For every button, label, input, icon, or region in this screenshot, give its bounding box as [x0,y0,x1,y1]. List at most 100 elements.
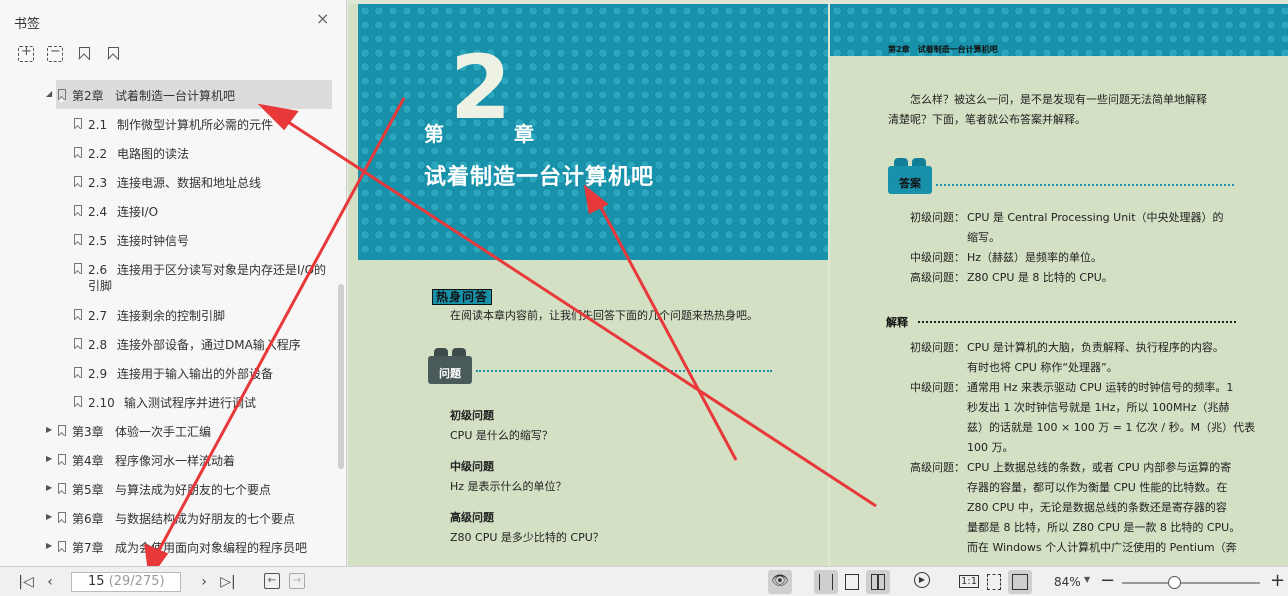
document-viewport[interactable]: 第 2 章 试着制造一台计算机吧 热身问答 在阅读本章内容前，让我们先回答下面的… [348,0,1288,566]
collapsed-arrow-icon[interactable]: ▶ [46,454,54,463]
bookmark-number: 2.9 [88,367,108,381]
intro-text: 清楚呢？下面，笔者就公布答案并解释。 [888,113,1086,126]
bookmark-item[interactable]: 2.7 连接剩余的控制引脚 [0,300,335,329]
zoom-out-icon[interactable]: − [1100,570,1115,591]
page-info: (29/275) [108,574,165,589]
chevron-down-icon[interactable]: ▼ [1084,575,1090,584]
bookmark-number: 第3章 [72,425,104,439]
bookmark-item[interactable]: 2.2 电路图的读法 [0,138,335,167]
fit-width-icon[interactable] [1008,570,1032,594]
answer-level: 中级问题： [910,251,965,264]
sidebar-title: 书签 [14,17,41,32]
bookmark-item[interactable]: 2.5 连接时钟信号 [0,225,335,254]
bookmark-icon [58,541,66,552]
bookmark-item[interactable]: 2.3 连接电源、数据和地址总线 [0,167,335,196]
bookmark-item[interactable]: ▶ 第3章 体验一次手工汇编 [0,416,335,445]
actual-size-button[interactable]: 1:1 [956,570,980,594]
play-icon[interactable]: ▶ [910,570,934,594]
collapsed-arrow-icon[interactable]: ▶ [46,541,54,550]
bookmark-icon [58,425,66,436]
zoom-slider[interactable] [1122,582,1260,584]
two-page-icon[interactable] [866,570,890,594]
first-page-icon[interactable]: |◁ [18,574,34,590]
running-header: 第2章 试着制造一台计算机吧 [830,4,1288,56]
next-page-icon[interactable]: › [196,574,212,590]
expand-all-icon[interactable] [18,44,34,62]
bookmark-number: 2.4 [88,205,108,219]
chapter-title: 试着制造一台计算机吧 [424,164,655,190]
bookmark-number: 第7章 [72,541,104,555]
forward-icon[interactable]: → [289,573,305,589]
bookmark-label: 成为会使用面向对象编程的程序员吧 [115,541,308,555]
bookmark-item[interactable]: ▶ 第4章 程序像河水一样流动着 [0,445,335,474]
collapse-all-icon[interactable] [47,44,63,62]
divider-dots [476,370,772,372]
divider-dots [936,184,1234,186]
bookmark-label: 连接时钟信号 [117,234,190,248]
collapsed-arrow-icon[interactable]: ▶ [46,483,54,492]
warmup-text: 在阅读本章内容前，让我们先回答下面的几个问题来热热身吧。 [450,309,758,322]
explain-text: 量都是 8 比特，所以 Z80 CPU 是一款 8 比特的 CPU。 [967,521,1241,534]
fit-page-icon[interactable] [982,570,1006,594]
bookmark-icon [74,263,82,274]
pdf-reader-window: 书签 × ◢第2章试着制造一台计算机吧2.1制作微型计算机所必需的元件2.2电路… [0,0,1288,596]
collapsed-arrow-icon[interactable]: ▶ [46,425,54,434]
bookmark-item[interactable]: 2.9 连接用于输入输出的外部设备 [0,358,335,387]
bookmark-icon [74,205,82,216]
zoom-level[interactable]: 84% [1054,575,1081,589]
bookmark-icon [74,234,82,245]
bookmark-item[interactable]: 2.4 连接I/O [0,196,335,225]
question-text: Hz 是表示什么的单位？ [450,480,567,493]
bookmark-label: 连接用于输入输出的外部设备 [117,367,274,381]
explain-text: 100 万。 [967,441,1014,454]
chapter-number: 2 [450,36,512,139]
explain-text: CPU 是计算机的大脑，负责解释、执行程序的内容。 [967,341,1224,354]
prev-page-icon[interactable]: ‹ [42,574,58,590]
bookmark-item[interactable]: ▶ 第7章 成为会使用面向对象编程的程序员吧 [0,532,335,561]
chapter-suffix: 章 [514,122,534,146]
question-level: 中级问题 [450,460,494,473]
page-number-input[interactable]: 15 (29/275) [71,572,181,592]
bookmark-label: 与算法成为好朋友的七个要点 [115,483,272,497]
single-page-icon[interactable] [840,570,864,594]
bookmark-label: 体验一次手工汇编 [115,425,212,439]
zoom-slider-handle[interactable] [1168,576,1182,589]
sidebar-scrollbar[interactable] [338,284,344,469]
explain-text: CPU 上数据总线的条数，或者 CPU 内部参与运算的寄 [967,461,1232,474]
bookmark-label: 连接I/O [117,205,159,219]
bookmark-item[interactable]: ▶ 第6章 与数据结构成为好朋友的七个要点 [0,503,335,532]
bookmark-label: 电路图的读法 [117,147,190,161]
page-left: 第 2 章 试着制造一台计算机吧 热身问答 在阅读本章内容前，让我们先回答下面的… [348,4,828,566]
sidebar-toolbar [18,44,121,62]
bookmark-icon[interactable] [105,46,121,62]
bookmark-item[interactable]: ◢ 第2章 试着制造一台计算机吧 [46,80,332,109]
bookmark-label: 连接外部设备，通过DMA输入程序 [117,338,301,352]
bookmark-label: 制作微型计算机所必需的元件 [117,118,274,132]
continuous-view-icon[interactable] [814,570,838,594]
last-page-icon[interactable]: ▷| [220,574,236,590]
bookmark-item[interactable]: 2.1 制作微型计算机所必需的元件 [0,109,335,138]
explain-level: 初级问题： [910,341,965,354]
back-icon[interactable]: ← [264,573,280,589]
intro-text: 怎么样？被这么一问，是不是发现有一些问题无法简单地解释 [910,93,1207,106]
question-label: 问题 [439,367,461,380]
bookmark-number: 2.7 [88,309,108,323]
bookmark-sidebar: 书签 × ◢ 第2章试着制造一台计算机吧 2.1 制作微型计算机所必需的元件 2.2 电路… [0,0,347,566]
bookmark-number: 2.5 [88,234,108,248]
zoom-in-icon[interactable]: + [1270,570,1285,591]
expanded-arrow-icon[interactable]: ◢ [46,89,54,98]
eye-care-icon[interactable]: 👁 [768,570,792,594]
bookmark-number: 第5章 [72,483,104,497]
bookmark-item[interactable]: 2.10 输入测试程序并进行调试 [0,387,335,416]
add-bookmark-icon[interactable] [76,46,92,62]
close-icon[interactable]: × [316,11,330,27]
answer-level: 初级问题： [910,211,965,224]
bookmark-item[interactable]: ▶ 第5章 与算法成为好朋友的七个要点 [0,474,335,503]
bookmark-item[interactable]: 2.6 连接用于区分读写对象是内存还是I/O的引脚 [0,254,335,300]
explain-text: 兹）的话就是 100 × 100 万 = 1 亿次 / 秒。M（兆）代表 [967,421,1256,434]
bookmark-item[interactable]: 2.8 连接外部设备，通过DMA输入程序 [0,329,335,358]
collapsed-arrow-icon[interactable]: ▶ [46,512,54,521]
bookmark-label: 与数据结构成为好朋友的七个要点 [115,512,296,526]
bookmark-icon [74,147,82,158]
status-bar: |◁ ‹ 15 (29/275) › ▷| ← → 👁 ▶ 1:1 84% ▼ … [0,566,1288,596]
